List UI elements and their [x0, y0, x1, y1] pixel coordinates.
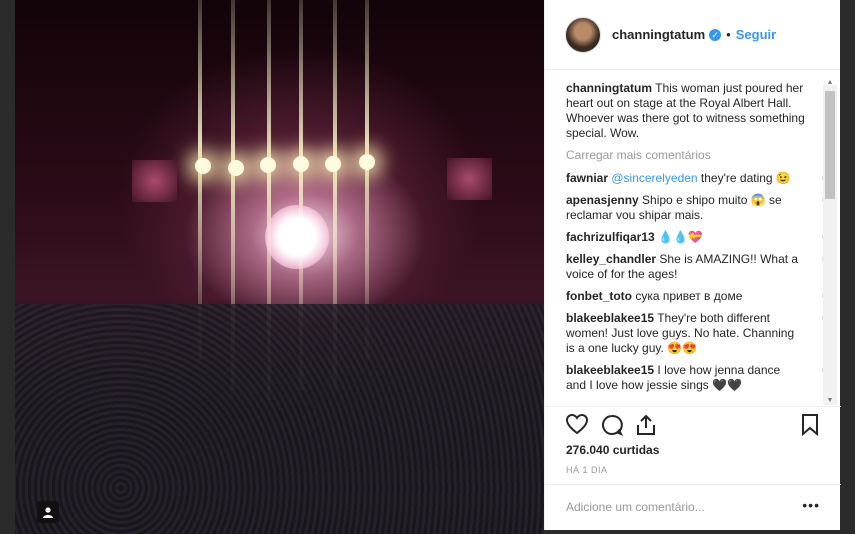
comment: kelley_chandler She is AMAZING!! What a …: [566, 252, 832, 282]
caption: channingtatum This woman just poured her…: [566, 81, 807, 141]
post-sidebar: channingtatum ✓ • Seguir channingtatum T…: [544, 0, 841, 530]
load-more-comments[interactable]: Carregar mais comentários: [566, 148, 807, 163]
scroll-up-arrow-icon[interactable]: ▲: [823, 79, 837, 87]
heart-icon[interactable]: [565, 413, 589, 441]
comment-username[interactable]: blakeeblakee15: [566, 311, 654, 325]
comment-input[interactable]: Adicione um comentário...: [566, 500, 705, 514]
comment: blakeeblakee15 They're both different wo…: [566, 311, 832, 356]
post-header: channingtatum ✓ • Seguir: [545, 0, 840, 70]
follow-button[interactable]: Seguir: [736, 27, 776, 42]
comments-scrollbar[interactable]: ▲ ▼: [823, 79, 837, 405]
scroll-down-arrow-icon[interactable]: ▼: [823, 397, 837, 405]
share-icon[interactable]: [635, 413, 657, 443]
post-modal: channingtatum ✓ • Seguir channingtatum T…: [0, 0, 855, 534]
comment: blakeeblakee15 I love how jenna dance an…: [566, 363, 832, 393]
comment: apenasjenny Shipo e shipo muito 😱 se rec…: [566, 193, 832, 223]
separator: •: [726, 27, 731, 42]
comment: fawniar @sincerelyeden they're dating 😉 …: [566, 171, 832, 186]
bookmark-icon[interactable]: [800, 413, 820, 443]
verified-badge-icon: ✓: [709, 28, 722, 41]
more-options-icon[interactable]: •••: [802, 497, 820, 513]
comment: fonbet_toto сука привет в доме ♡: [566, 289, 832, 304]
comment-username[interactable]: blakeeblakee15: [566, 363, 654, 377]
comments-list[interactable]: channingtatum This woman just poured her…: [545, 71, 841, 406]
user-tag-icon[interactable]: [37, 501, 59, 523]
post-photo: [15, 0, 544, 534]
comment-username[interactable]: fachrizulfiqar13: [566, 230, 655, 244]
comment-icon[interactable]: [600, 413, 624, 443]
comment-username[interactable]: fonbet_toto: [566, 289, 632, 303]
crowd: [15, 304, 544, 534]
comment: fachrizulfiqar13 💧💧💝 ♡: [566, 230, 832, 245]
comment-text: 💧💧💝: [654, 230, 703, 244]
add-comment-bar: Adicione um comentário... •••: [545, 484, 841, 530]
comment-mention[interactable]: @sincerelyeden: [611, 171, 697, 185]
avatar[interactable]: [565, 16, 601, 53]
likes-count[interactable]: 276.040 curtidas: [566, 443, 659, 457]
action-bar: [545, 406, 841, 442]
comment-username[interactable]: kelley_chandler: [566, 252, 656, 266]
comment-text: сука привет в доме: [631, 289, 743, 303]
caption-username[interactable]: channingtatum: [566, 81, 652, 95]
comment-username[interactable]: apenasjenny: [566, 193, 639, 207]
header-username[interactable]: channingtatum: [612, 27, 705, 42]
comment-username[interactable]: fawniar: [566, 171, 608, 185]
scroll-thumb[interactable]: [825, 91, 835, 199]
stage-figure: [265, 205, 329, 269]
post-timestamp[interactable]: HÁ 1 DIA: [566, 465, 608, 475]
comment-text: they're dating 😉: [697, 171, 791, 185]
